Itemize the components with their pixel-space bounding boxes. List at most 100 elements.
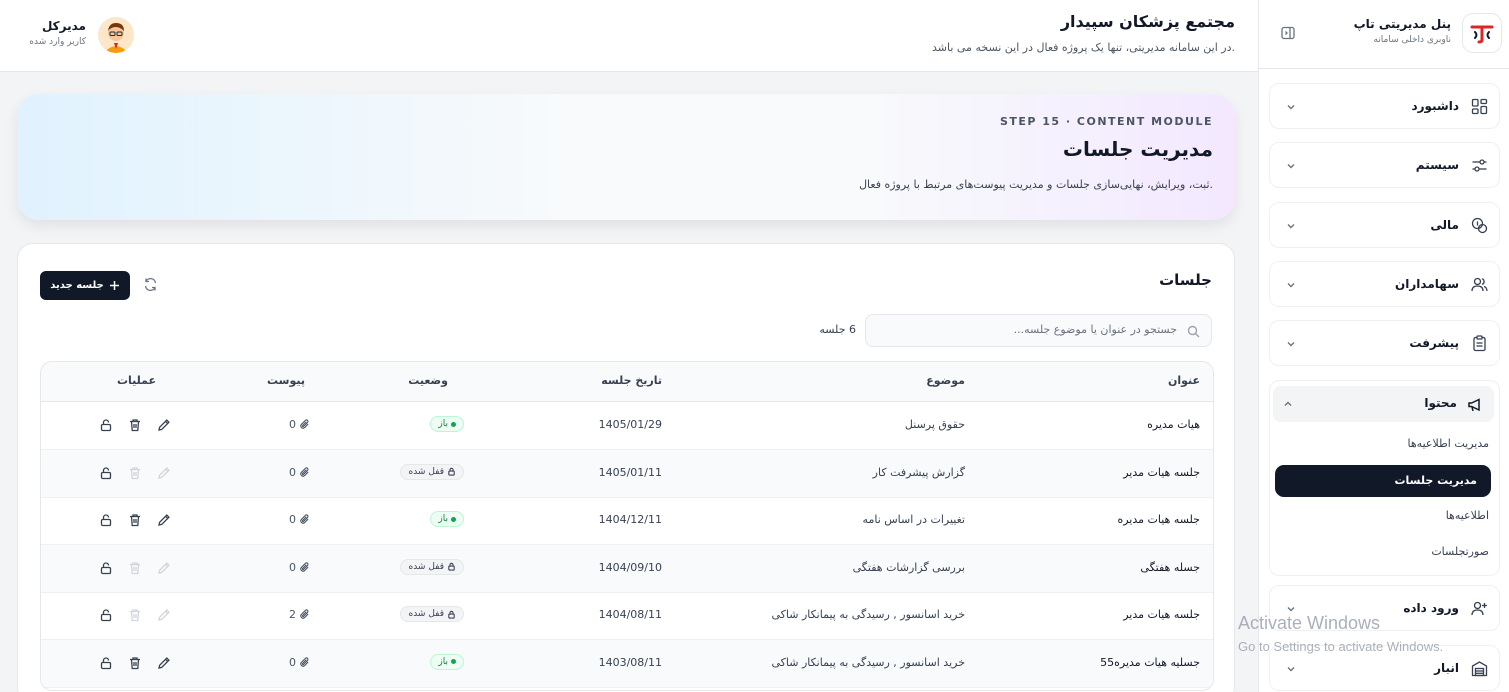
col-attachment: پیوست xyxy=(267,374,305,387)
paperclip-icon xyxy=(299,561,310,573)
page-title: مدیریت جلسات xyxy=(1062,137,1213,161)
chevron-down-icon xyxy=(1285,160,1297,172)
lock-icon[interactable] xyxy=(99,656,113,670)
search-icon xyxy=(1187,325,1200,338)
sidebar-item-content[interactable]: محتوا xyxy=(1273,386,1494,422)
status-dot-icon xyxy=(451,421,456,427)
windows-watermark-title: Activate Windows xyxy=(1238,613,1381,633)
meetings-table: عنوان موضوع تاریخ جلسه وضعیت پیوست عملیا… xyxy=(40,361,1214,691)
sidebar-subitem-announcements[interactable]: اطلاعیه‌ها xyxy=(1278,500,1499,532)
meeting-date: 1404/12/11 xyxy=(598,513,662,526)
meeting-count: 6 جلسه xyxy=(819,323,856,336)
status-badge: قفل شده xyxy=(400,463,464,480)
lock-icon[interactable] xyxy=(99,418,113,432)
meeting-date: 1404/08/11 xyxy=(598,608,662,621)
meetings-title: جلسات xyxy=(1159,271,1212,289)
meeting-attachments[interactable]: 0 xyxy=(289,656,310,669)
meeting-topic: خرید اسانسور , رسیدگی به پیمانکار شاکی xyxy=(771,608,965,621)
edit-icon xyxy=(157,608,171,622)
search-input[interactable] xyxy=(887,323,1177,336)
sidebar-subitem-label: مدیریت اطلاعیه‌ها xyxy=(1407,437,1489,450)
meeting-attachments[interactable]: 0 xyxy=(289,466,310,479)
sidebar-item-label: مالی xyxy=(1430,218,1459,232)
sidebar-item-label: پیشرفت xyxy=(1409,336,1459,350)
top-header: مجتمع پزشکان سپیدار در این سامانه مدیریت… xyxy=(0,0,1258,72)
user-plus-icon xyxy=(1471,600,1488,617)
meeting-status: قفل شده xyxy=(400,606,464,622)
row-actions xyxy=(99,608,171,622)
brand-logo-icon[interactable] xyxy=(1462,13,1502,53)
warehouse-icon xyxy=(1471,660,1488,677)
avatar[interactable] xyxy=(98,17,134,53)
meeting-topic: تغییرات در اساس نامه xyxy=(862,513,965,526)
meeting-topic: حقوق پرسنل xyxy=(904,418,965,431)
sidebar-item-system[interactable]: سیستم xyxy=(1269,142,1500,188)
status-badge: باز xyxy=(430,511,464,527)
hero-description: ثبت، ویرایش، نهایی‌سازی جلسات و مدیریت پ… xyxy=(859,178,1213,191)
meeting-title: هیات مدیره xyxy=(1147,418,1200,431)
sliders-icon xyxy=(1471,157,1488,174)
sidebar-item-label: ورود داده xyxy=(1403,601,1459,615)
sidebar-item-finance[interactable]: مالی xyxy=(1269,202,1500,248)
meeting-title: جلسه هیات مدیر xyxy=(1123,465,1200,479)
lock-icon[interactable] xyxy=(99,466,113,480)
sidebar-subitem-manage-announcements[interactable]: مدیریت اطلاعیه‌ها xyxy=(1278,428,1499,460)
meeting-date: 1403/08/11 xyxy=(598,655,662,669)
lock-icon[interactable] xyxy=(99,513,113,527)
sidebar-item-label: انبار xyxy=(1434,661,1459,675)
lock-icon[interactable] xyxy=(99,561,113,575)
chevron-down-icon xyxy=(1285,338,1297,350)
row-actions xyxy=(99,466,171,480)
meeting-status: باز xyxy=(430,653,464,670)
meeting-title: جلسه هیات مدیر xyxy=(1123,608,1200,621)
sidebar-item-shareholders[interactable]: سهامداران xyxy=(1269,261,1500,307)
edit-icon[interactable] xyxy=(157,418,171,432)
meeting-attachments[interactable]: 2 xyxy=(289,608,310,621)
table-row: جلسه هیات مدیر گزارش پیشرفت کار 1405/01/… xyxy=(41,449,1213,498)
delete-icon[interactable] xyxy=(128,656,142,670)
status-label: قفل شده xyxy=(408,466,444,477)
table-row: جلسه هیات مدیر خرید اسانسور , رسیدگی به … xyxy=(41,592,1213,640)
sidebar-subitem-label: مدیریت جلسات xyxy=(1394,474,1477,487)
new-meeting-label: جلسه جدید xyxy=(50,280,104,291)
refresh-icon[interactable] xyxy=(143,277,158,292)
meeting-topic: خرید اسانسور , رسیدگی به پیمانکار شاکی xyxy=(771,655,965,669)
paperclip-icon xyxy=(299,609,310,620)
sidebar-item-label: سیستم xyxy=(1415,158,1459,172)
meeting-attachments[interactable]: 0 xyxy=(289,561,310,574)
hero-step-label: STEP 15 · CONTENT MODULE xyxy=(999,115,1213,128)
edit-icon[interactable] xyxy=(157,513,171,527)
meeting-date: 1404/09/10 xyxy=(598,560,662,574)
edit-icon[interactable] xyxy=(157,656,171,670)
table-row: جلسه هیات مدیره تغییرات در اساس نامه 140… xyxy=(41,497,1213,545)
meeting-topic: گزارش پیشرفت کار xyxy=(872,465,965,479)
sidebar-item-dashboard[interactable]: داشبورد xyxy=(1269,83,1500,129)
status-label: باز xyxy=(438,419,448,429)
meeting-attachments[interactable]: 0 xyxy=(289,513,310,526)
brand-title: پنل مدیریتی تاپ xyxy=(1353,17,1451,31)
delete-icon[interactable] xyxy=(128,418,142,432)
paperclip-icon xyxy=(299,656,310,668)
sidebar-subitem-manage-meetings[interactable]: مدیریت جلسات xyxy=(1275,465,1491,497)
meeting-status: باز xyxy=(430,416,464,432)
lock-icon[interactable] xyxy=(99,608,113,622)
status-label: قفل شده xyxy=(408,561,444,572)
status-badge: باز xyxy=(430,653,464,670)
status-label: باز xyxy=(438,656,448,667)
col-topic: موضوع xyxy=(926,374,965,387)
meeting-topic: بررسی گزارشات هفتگی xyxy=(852,560,965,574)
sidebar-subitem-label: صورتجلسات xyxy=(1431,545,1489,558)
hero-banner: STEP 15 · CONTENT MODULE مدیریت جلسات ثب… xyxy=(17,94,1235,220)
meeting-attachments[interactable]: 0 xyxy=(289,418,310,431)
coins-icon xyxy=(1471,217,1488,234)
sidebar-item-progress[interactable]: پیشرفت xyxy=(1269,320,1500,366)
attachment-count: 0 xyxy=(289,513,296,526)
project-subtitle: در این سامانه مدیریتی، تنها یک پروژه فعا… xyxy=(931,41,1235,54)
sidebar-collapse-icon[interactable] xyxy=(1280,25,1296,41)
delete-icon[interactable] xyxy=(128,513,142,527)
new-meeting-button[interactable]: جلسه جدید xyxy=(40,271,130,300)
search-field[interactable] xyxy=(865,314,1212,347)
sidebar-subitem-minutes[interactable]: صورتجلسات xyxy=(1278,536,1499,568)
sidebar-subitem-label: اطلاعیه‌ها xyxy=(1445,509,1489,522)
edit-icon xyxy=(157,466,171,480)
